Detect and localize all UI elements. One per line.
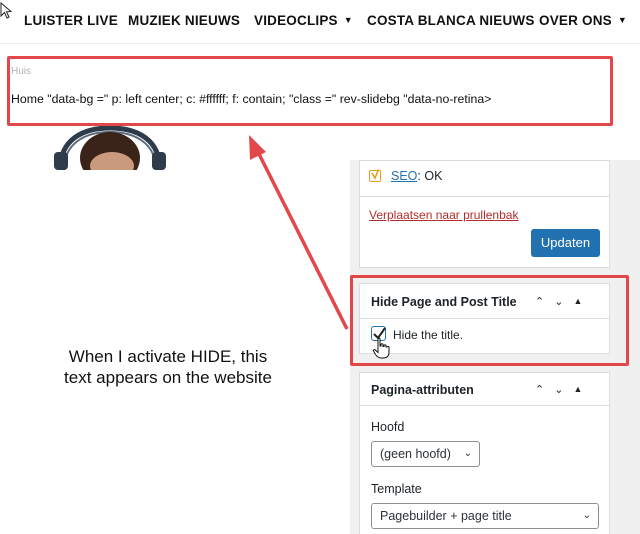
divider	[360, 405, 610, 406]
top-navigation: LUISTER LIVE MUZIEK NIEUWS VIDEOCLIPS ▼ C…	[0, 0, 640, 44]
annotation-line-1: When I activate HIDE, this	[68, 347, 268, 366]
chevron-down-icon: ⌄	[582, 510, 591, 521]
parent-field-label: Hoofd	[371, 420, 405, 434]
chevron-down-icon[interactable]: ⌄	[554, 383, 563, 396]
highlight-box-hide-title	[350, 275, 629, 366]
parent-select-value: (geen hoofd)	[380, 447, 451, 461]
seo-status: : OK	[417, 169, 443, 183]
nav-item-label: MUZIEK NIEUWS	[128, 13, 241, 28]
nav-item-label: OVER ONS	[539, 13, 612, 28]
chevron-down-icon: ▼	[343, 15, 353, 25]
highlight-box-leaked-text	[7, 56, 613, 126]
nav-item-videoclips[interactable]: VIDEOCLIPS ▼	[254, 13, 353, 28]
page-attributes-heading: Pagina-attributen	[371, 383, 474, 397]
template-select-value: Pagebuilder + page title	[380, 509, 512, 523]
seo-link[interactable]: SEO	[391, 169, 417, 183]
chevron-up-icon[interactable]: ⌃	[535, 383, 544, 396]
chevron-down-icon: ⌄	[463, 448, 472, 459]
update-button[interactable]: Updaten	[531, 229, 600, 257]
template-select[interactable]: Pagebuilder + page title ⌄	[371, 503, 599, 529]
page-attributes-controls: ⌃ ⌄ ▲	[535, 383, 582, 396]
annotation-line-2: text appears on the website	[64, 368, 272, 387]
nav-item-costa-blanca-nieuws[interactable]: COSTA BLANCA NIEUWS	[367, 13, 535, 28]
chevron-down-icon: ▼	[617, 15, 627, 25]
nav-item-over-ons[interactable]: OVER ONS ▼	[539, 13, 627, 28]
yoast-icon	[369, 169, 381, 182]
parent-select[interactable]: (geen hoofd) ⌄	[371, 441, 480, 467]
move-to-trash-link[interactable]: Verplaatsen naar prullenbak	[369, 208, 518, 222]
nav-item-luister-live[interactable]: LUISTER LIVE	[24, 13, 118, 28]
nav-item-label: COSTA BLANCA NIEUWS	[367, 13, 535, 28]
annotation-text: When I activate HIDE, this text appears …	[38, 346, 298, 388]
divider	[360, 196, 610, 197]
avatar	[54, 126, 166, 170]
template-field-label: Template	[371, 482, 422, 496]
nav-item-label: LUISTER LIVE	[24, 13, 118, 28]
triangle-up-icon[interactable]: ▲	[573, 383, 582, 396]
nav-item-label: VIDEOCLIPS	[254, 13, 338, 28]
cursor-arrow-icon	[0, 2, 13, 19]
seo-status-row: SEO : OK	[369, 168, 442, 184]
nav-item-muziek-nieuws[interactable]: MUZIEK NIEUWS	[128, 13, 240, 28]
